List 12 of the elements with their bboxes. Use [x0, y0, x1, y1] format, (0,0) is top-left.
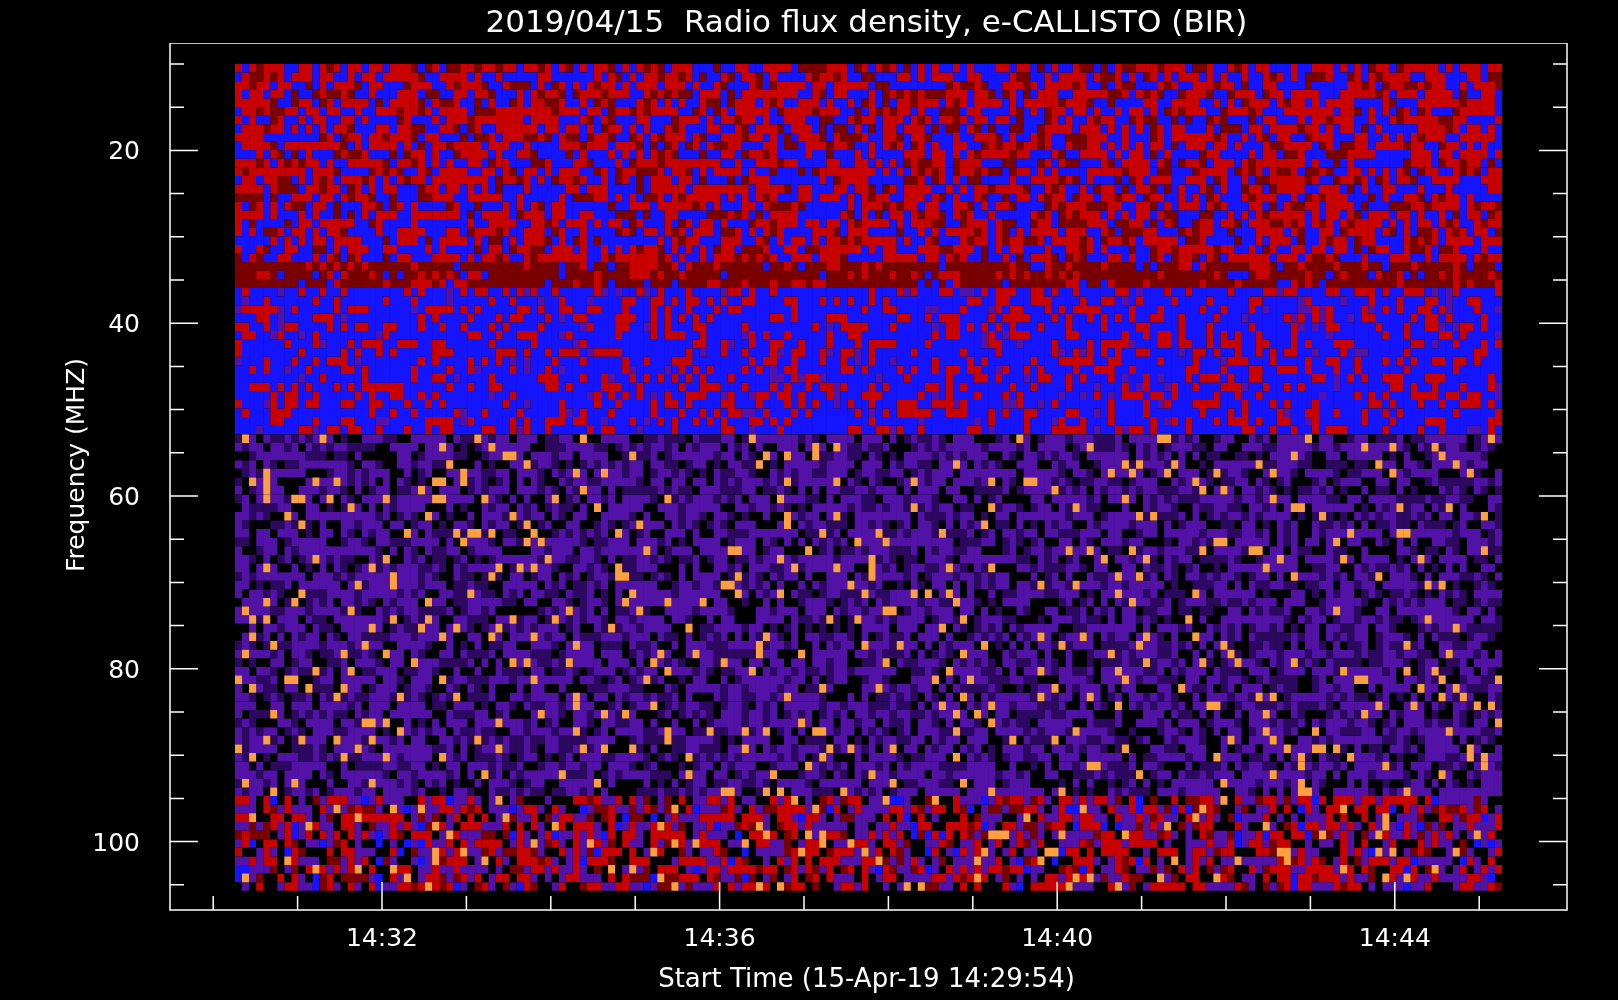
y-tick-label: 100	[92, 827, 140, 857]
x-tick-label: 14:36	[683, 923, 756, 952]
x-axis-label: Start Time (15-Apr-19 14:29:54)	[658, 963, 1075, 995]
y-tick-label: 60	[108, 482, 140, 511]
y-tick-label: 20	[108, 136, 140, 166]
y-tick-label: 40	[108, 309, 140, 339]
plot-title: 2019/04/15 Radio flux density, e-CALLISTO (BIR)	[485, 6, 1248, 37]
x-tick-label: 14:44	[1358, 923, 1431, 952]
y-axis-label: Frequency (MHZ)	[61, 357, 90, 573]
x-tick-label: 14:40	[1021, 923, 1094, 952]
x-tick-label: 14:32	[346, 923, 418, 952]
y-tick-label: 80	[108, 654, 140, 684]
